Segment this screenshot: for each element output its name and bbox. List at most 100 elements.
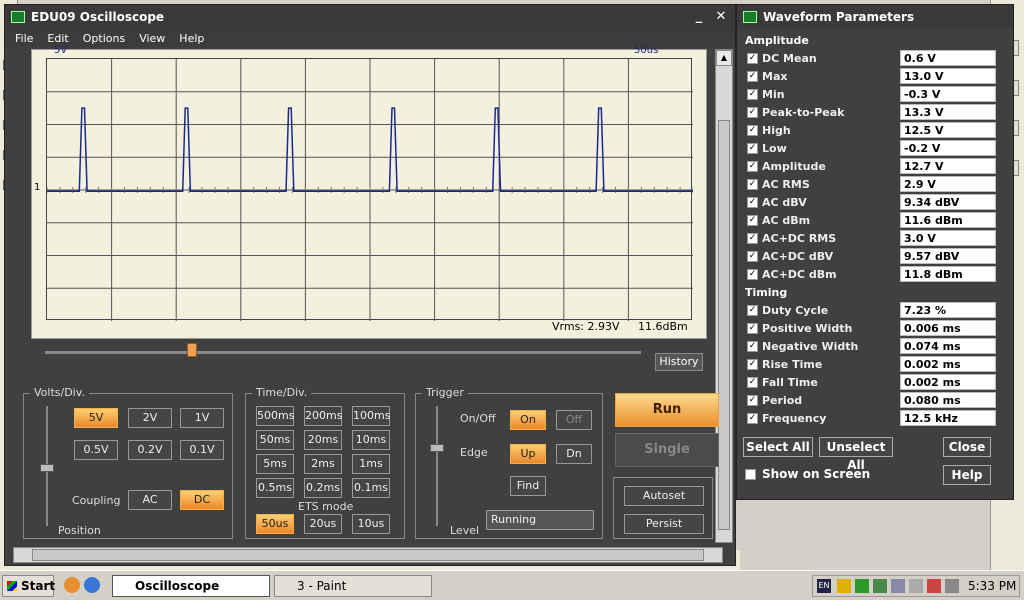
time-2ms-button[interactable]: 2ms xyxy=(304,454,342,474)
browser-icon[interactable] xyxy=(84,577,100,593)
coupling-dc-button[interactable]: DC xyxy=(180,490,224,510)
time-20ms-button[interactable]: 20ms xyxy=(304,430,342,450)
time-1ms-button[interactable]: 1ms xyxy=(352,454,390,474)
menu-help[interactable]: Help xyxy=(179,32,204,45)
parameter-checkbox[interactable]: ✓ xyxy=(747,214,758,226)
ets-10us-button[interactable]: 10us xyxy=(352,514,390,534)
close-button[interactable]: Close xyxy=(943,437,991,457)
oscilloscope-titlebar[interactable]: EDU09 Oscilloscope _ ✕ xyxy=(5,5,735,29)
parameter-checkbox[interactable]: ✓ xyxy=(747,412,758,424)
trigger-off-button[interactable]: Off xyxy=(556,410,592,430)
volts-5v-button[interactable]: 5V xyxy=(74,408,118,428)
parameter-checkbox[interactable]: ✓ xyxy=(747,124,758,136)
parameter-checkbox[interactable]: ✓ xyxy=(747,376,758,388)
antivirus-icon[interactable] xyxy=(927,579,941,593)
ground-marker: 1 xyxy=(34,182,41,193)
run-button[interactable]: Run xyxy=(615,393,719,427)
parameter-value: 2.9 V xyxy=(900,176,996,192)
time-50ms-button[interactable]: 50ms xyxy=(256,430,294,450)
parameter-name: Period xyxy=(762,393,803,407)
volts-0-5v-button[interactable]: 0.5V xyxy=(74,440,118,460)
check-icon[interactable] xyxy=(855,579,869,593)
horizontal-scroll-thumb[interactable] xyxy=(32,549,704,561)
parameter-checkbox[interactable]: ✓ xyxy=(747,340,758,352)
start-button[interactable]: Start xyxy=(2,575,55,597)
time-200ms-button[interactable]: 200ms xyxy=(304,406,342,426)
network-icon[interactable] xyxy=(873,579,887,593)
parameter-checkbox[interactable]: ✓ xyxy=(747,196,758,208)
monitor-icon[interactable] xyxy=(909,579,923,593)
parameter-checkbox[interactable]: ✓ xyxy=(747,304,758,316)
time-0-1ms-button[interactable]: 0.1ms xyxy=(352,478,390,498)
time-5ms-button[interactable]: 5ms xyxy=(256,454,294,474)
close-icon[interactable]: ✕ xyxy=(713,9,729,25)
parameter-checkbox[interactable]: ✓ xyxy=(747,88,758,100)
volume-icon[interactable] xyxy=(891,579,905,593)
parameter-checkbox[interactable]: ✓ xyxy=(747,70,758,82)
trigger-on-button[interactable]: On xyxy=(510,410,546,430)
select-all-button[interactable]: Select All xyxy=(743,437,813,457)
edge-up-button[interactable]: Up xyxy=(510,444,546,464)
find-button[interactable]: Find xyxy=(510,476,546,496)
parameter-name: Max xyxy=(762,69,788,83)
shield-icon[interactable] xyxy=(837,579,851,593)
parameter-checkbox[interactable]: ✓ xyxy=(747,160,758,172)
parameter-checkbox[interactable]: ✓ xyxy=(747,394,758,406)
sync-icon[interactable] xyxy=(945,579,959,593)
time-10ms-button[interactable]: 10ms xyxy=(352,430,390,450)
volts-0-2v-button[interactable]: 0.2V xyxy=(128,440,172,460)
time-0-2ms-button[interactable]: 0.2ms xyxy=(304,478,342,498)
trigger-level-handle[interactable] xyxy=(430,444,444,452)
parameter-checkbox[interactable]: ✓ xyxy=(747,178,758,190)
menu-view[interactable]: View xyxy=(139,32,165,45)
position-label: Position xyxy=(58,524,101,537)
scroll-up-icon[interactable]: ▲ xyxy=(716,50,732,66)
show-on-screen-label: Show on Screen xyxy=(762,467,871,481)
parameter-checkbox[interactable]: ✓ xyxy=(747,52,758,64)
time-100ms-button[interactable]: 100ms xyxy=(352,406,390,426)
waveform-parameters-titlebar[interactable]: Waveform Parameters xyxy=(737,5,1013,29)
ets-50us-button[interactable]: 50us xyxy=(256,514,294,534)
volts-2v-button[interactable]: 2V xyxy=(128,408,172,428)
parameter-checkbox[interactable]: ✓ xyxy=(747,358,758,370)
parameter-checkbox[interactable]: ✓ xyxy=(747,142,758,154)
parameter-checkbox[interactable]: ✓ xyxy=(747,232,758,244)
edge-dn-button[interactable]: Dn xyxy=(556,444,592,464)
coupling-ac-button[interactable]: AC xyxy=(128,490,172,510)
parameter-value: 3.0 V xyxy=(900,230,996,246)
task-paint[interactable]: 3 - Paint xyxy=(274,575,432,597)
language-indicator[interactable]: EN xyxy=(817,579,831,593)
ets-20us-button[interactable]: 20us xyxy=(304,514,342,534)
parameter-checkbox[interactable]: ✓ xyxy=(747,268,758,280)
volts-1v-button[interactable]: 1V xyxy=(180,408,224,428)
persist-button[interactable]: Persist xyxy=(624,514,704,534)
position-handle[interactable] xyxy=(40,464,54,472)
minimize-icon[interactable]: _ xyxy=(691,9,707,25)
parameter-checkbox[interactable]: ✓ xyxy=(747,322,758,334)
time-0-5ms-button[interactable]: 0.5ms xyxy=(256,478,294,498)
parameter-checkbox[interactable]: ✓ xyxy=(747,106,758,118)
show-on-screen-option[interactable]: Show on Screen xyxy=(745,467,870,481)
vertical-scrollbar[interactable]: ▲ xyxy=(715,49,733,543)
menu-file[interactable]: File xyxy=(15,32,33,45)
menu-edit[interactable]: Edit xyxy=(47,32,68,45)
autoset-button[interactable]: Autoset xyxy=(624,486,704,506)
vertical-scroll-thumb[interactable] xyxy=(718,120,730,530)
single-button[interactable]: Single xyxy=(615,433,719,467)
quicklaunch-icon[interactable] xyxy=(64,577,80,593)
parameter-name: High xyxy=(762,123,791,137)
parameter-name: Amplitude xyxy=(762,159,826,173)
volts-0-1v-button[interactable]: 0.1V xyxy=(180,440,224,460)
horizontal-scrollbar[interactable] xyxy=(13,547,723,563)
trigger-position-slider[interactable] xyxy=(35,341,647,365)
slider-handle[interactable] xyxy=(187,343,197,357)
parameter-checkbox[interactable]: ✓ xyxy=(747,250,758,262)
show-on-screen-checkbox[interactable] xyxy=(745,468,756,480)
menu-options[interactable]: Options xyxy=(83,32,125,45)
scope-screen[interactable]: 5V 50us 1 Vrms: 2.93V 11.6dBm xyxy=(31,45,707,339)
history-button[interactable]: History xyxy=(655,353,703,371)
task-oscilloscope[interactable]: Oscilloscope xyxy=(112,575,270,597)
time-500ms-button[interactable]: 500ms xyxy=(256,406,294,426)
help-button[interactable]: Help xyxy=(943,465,991,485)
unselect-all-button[interactable]: Unselect All xyxy=(819,437,893,472)
